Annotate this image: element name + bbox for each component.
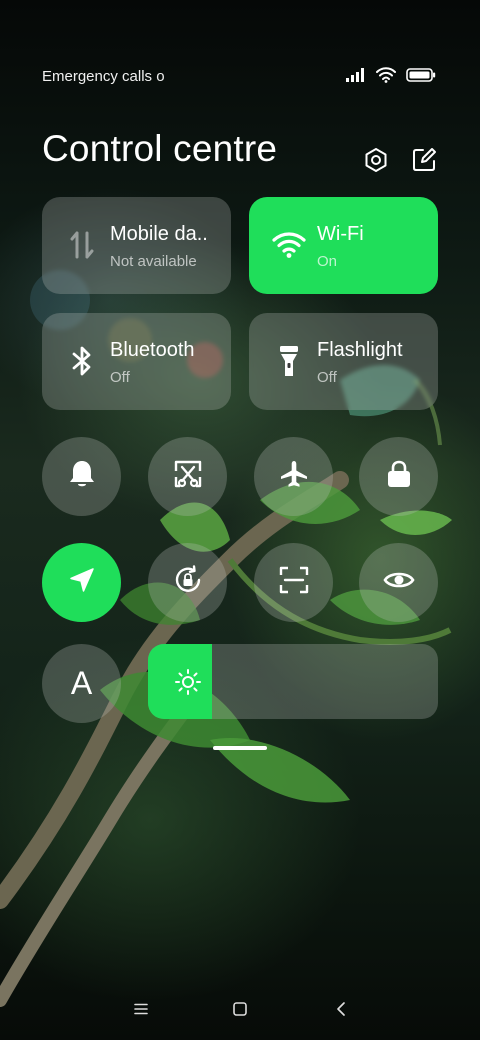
status-icons [346, 67, 436, 88]
tile-label: Flashlight [317, 339, 403, 361]
tile-bluetooth[interactable]: Bluetooth Off [42, 313, 231, 410]
tile-label: Bluetooth [110, 339, 195, 361]
wifi-icon [376, 67, 396, 88]
tile-wifi[interactable]: Wi-Fi On [249, 197, 438, 294]
eye-icon [382, 569, 415, 596]
tile-label: Wi-Fi [317, 223, 364, 245]
carrier-text: Emergency calls o [42, 68, 165, 85]
screenshot-icon [173, 459, 203, 494]
airplane-icon [279, 459, 309, 494]
toggle-airplane[interactable] [254, 437, 333, 516]
font-icon: A [70, 665, 93, 701]
toggle-scanner[interactable] [254, 543, 333, 622]
bluetooth-icon [64, 341, 100, 381]
tile-status: Not available [110, 253, 197, 270]
tile-status: Off [110, 369, 130, 386]
back-icon [334, 1001, 348, 1022]
toggle-sound[interactable] [42, 437, 121, 516]
tile-label: Mobile da.. [110, 223, 208, 245]
tile-status: Off [317, 369, 337, 386]
tile-mobile-data[interactable]: Mobile da.. Not available [42, 197, 231, 294]
brightness-slider[interactable] [148, 644, 438, 719]
menu-icon [133, 1002, 149, 1020]
tile-status: On [317, 253, 338, 270]
scanner-icon [279, 566, 309, 599]
mobile-data-icon [64, 225, 100, 265]
toggle-screenshot[interactable] [148, 437, 227, 516]
toggle-lock[interactable] [359, 437, 438, 516]
location-icon [68, 566, 96, 599]
tile-flashlight[interactable]: Flashlight Off [249, 313, 438, 410]
signal-icon [346, 68, 366, 87]
edit-icon[interactable] [410, 146, 438, 174]
back-button[interactable] [326, 996, 356, 1026]
settings-icon[interactable] [362, 146, 390, 174]
battery-icon [406, 68, 436, 87]
lock-icon [386, 459, 412, 494]
drag-handle[interactable] [213, 746, 267, 750]
toggle-location[interactable] [42, 543, 121, 622]
menu-button[interactable] [126, 996, 156, 1026]
toggle-rotation-lock[interactable] [148, 543, 227, 622]
bell-icon [68, 459, 96, 494]
home-icon [232, 1001, 248, 1022]
sun-icon [174, 668, 202, 696]
rotation-lock-icon [172, 564, 204, 601]
toggle-font[interactable]: A [42, 644, 121, 723]
wifi-icon [271, 225, 307, 265]
status-bar: Emergency calls o [42, 66, 438, 88]
toggle-reading-mode[interactable] [359, 543, 438, 622]
home-button[interactable] [225, 996, 255, 1026]
page-title: Control centre [42, 128, 278, 169]
flashlight-icon [271, 341, 307, 381]
